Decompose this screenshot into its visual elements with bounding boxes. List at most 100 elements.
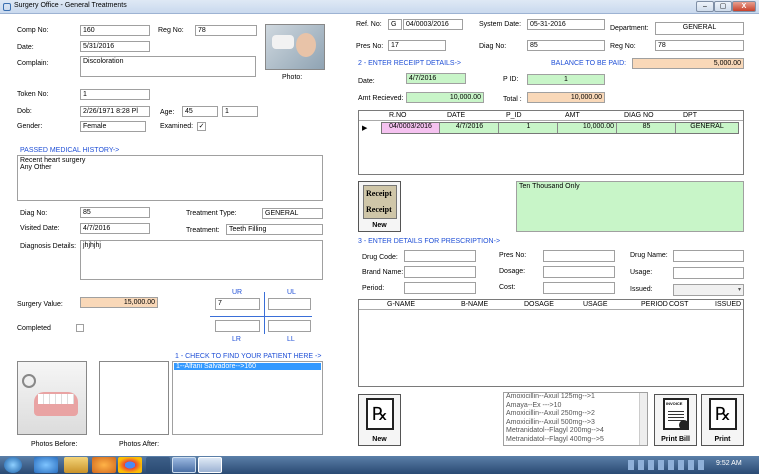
new-receipt-label: New xyxy=(372,222,387,229)
quadrant-ll-label: LL xyxy=(287,336,295,343)
photos-after-label: Photos After: xyxy=(119,441,160,448)
pres-no-field[interactable]: 17 xyxy=(388,40,446,51)
patient-list[interactable]: 1--Alfani Salvadore-->160 xyxy=(172,361,323,435)
right-reg-no-field[interactable]: 78 xyxy=(655,40,744,51)
amount-in-words-field[interactable]: Ten Thousand Only xyxy=(516,181,744,232)
receipt-grid[interactable]: R.NO DATE P_ID AMT DIAG NO DPT ▶ 04/0003… xyxy=(358,110,744,175)
ie-icon[interactable] xyxy=(34,457,58,473)
completed-checkbox[interactable] xyxy=(76,324,84,332)
complain-field[interactable]: Discoloration xyxy=(80,56,256,77)
close-button[interactable]: X xyxy=(732,1,756,12)
quadrant-lr-field[interactable] xyxy=(215,320,260,332)
receipt-cell-diagno[interactable]: 85 xyxy=(618,123,676,133)
usage-field[interactable] xyxy=(673,267,744,279)
patient-photo[interactable] xyxy=(265,24,325,70)
ref-prefix-field[interactable]: G xyxy=(388,19,402,30)
receipt-cell-pid[interactable]: 1 xyxy=(500,123,558,133)
print-button[interactable]: ℞ Print xyxy=(701,394,744,446)
dob-field[interactable]: 2/26/1971 8:28 Pl xyxy=(80,106,150,117)
infinity-icon[interactable] xyxy=(146,457,170,473)
balance-field[interactable]: 5,000.00 xyxy=(632,58,744,69)
drug-list-scrollbar[interactable] xyxy=(639,393,647,445)
quadrant-ur-field[interactable]: 7 xyxy=(215,298,260,310)
age-months-field[interactable]: 1 xyxy=(222,106,258,117)
brand-name-field[interactable] xyxy=(404,266,476,278)
drug-list-item[interactable]: Amoxicillin--Axuil 125mg-->1 xyxy=(504,393,647,402)
usage-label: Usage: xyxy=(630,269,653,276)
drug-list-item[interactable]: Amoxicillin--Axuil 250mg-->2 xyxy=(504,410,647,419)
history-line-2: Any Other xyxy=(20,164,52,171)
invoice-icon-text: INVOICE xyxy=(666,401,683,406)
quadrant-ul-label: UL xyxy=(287,289,296,296)
media-player-icon[interactable] xyxy=(92,457,116,473)
brand-name-label: Brand Name: xyxy=(362,269,404,276)
quadrant-ll-field[interactable] xyxy=(268,320,311,332)
examined-checkbox[interactable]: ✓ xyxy=(197,122,206,131)
drug-name-field[interactable] xyxy=(673,250,744,262)
department-field[interactable]: GENERAL xyxy=(655,22,744,35)
drug-list-item[interactable]: Amoxicillin--Axuil 500mg-->3 xyxy=(504,419,647,428)
patient-list-item[interactable]: 1--Alfani Salvadore-->160 xyxy=(174,363,321,370)
amount-received-field[interactable]: 10,000.00 xyxy=(406,92,484,103)
receipt-cell-amt[interactable]: 10,000.00 xyxy=(559,123,617,133)
minimize-button[interactable]: – xyxy=(696,1,714,12)
drug-list[interactable]: Amoxicillin--Axuil 125mg-->1 Amaya--Ex -… xyxy=(503,392,648,446)
photo-before[interactable] xyxy=(17,361,87,435)
receipt-date-field[interactable]: 4/7/2016 xyxy=(406,73,466,84)
treatment-field[interactable]: Teeth Filling xyxy=(226,224,323,235)
presc-col-dosage: DOSAGE xyxy=(524,301,554,308)
quadrant-vertical-line xyxy=(264,292,265,334)
start-button[interactable] xyxy=(4,457,22,473)
diag-no-label: Diag No: xyxy=(20,210,48,217)
issued-dropdown[interactable]: ▾ xyxy=(673,284,744,296)
gender-field[interactable]: Female xyxy=(80,121,146,132)
cost-field[interactable] xyxy=(543,282,615,294)
total-field[interactable]: 10,000.00 xyxy=(527,92,605,103)
dosage-field[interactable] xyxy=(543,266,615,278)
token-field[interactable]: 1 xyxy=(80,89,150,100)
explorer-icon[interactable] xyxy=(64,457,88,473)
receipt-cell-rno[interactable]: 04/0003/2016 xyxy=(382,123,440,133)
word-icon[interactable] xyxy=(172,457,196,473)
diagnosis-details-field[interactable]: jhjhjhj xyxy=(80,240,323,280)
presc-col-cost: COST xyxy=(669,301,689,308)
prescription-title: 3 - ENTER DETAILS FOR PRESCRIPTION-> xyxy=(358,238,501,245)
new-prescription-button[interactable]: ℞ New xyxy=(358,394,401,446)
ref-no-field[interactable]: 04/0003/2016 xyxy=(403,19,463,30)
surgery-app-icon[interactable] xyxy=(198,457,222,473)
row-selector-icon: ▶ xyxy=(362,125,368,132)
surgery-value-field[interactable]: 15,000.00 xyxy=(80,297,158,308)
pid-field[interactable]: 1 xyxy=(527,74,605,85)
receipt-cell-date[interactable]: 4/7/2016 xyxy=(441,123,499,133)
new-receipt-button[interactable]: Receipt Receipt New xyxy=(358,181,401,232)
receipt-icon-text-mid: Receipt xyxy=(366,205,392,214)
age-label: Age: xyxy=(160,109,175,116)
prescription-no-field[interactable] xyxy=(543,250,615,262)
drug-list-item[interactable]: Metranidatol--Flagyl 200mg-->4 xyxy=(504,427,647,436)
drug-code-field[interactable] xyxy=(404,250,476,262)
treatment-type-label: Treatment Type: xyxy=(186,210,237,217)
age-field[interactable]: 45 xyxy=(182,106,218,117)
reg-no-field[interactable]: 78 xyxy=(195,25,257,36)
prescription-grid[interactable]: G-NAME B-NAME DOSAGE USAGE PERIOD COST I… xyxy=(358,299,744,387)
dob-label: Dob: xyxy=(17,108,32,115)
chrome-icon[interactable] xyxy=(118,457,142,473)
drug-list-item[interactable]: Metranidatol--Flagyl 400mg-->5 xyxy=(504,436,647,445)
visited-date-field[interactable]: 4/7/2016 xyxy=(80,223,150,234)
comp-no-field[interactable]: 160 xyxy=(80,25,150,36)
drug-list-item[interactable]: Amaya--Ex --->10 xyxy=(504,402,647,411)
maximize-button[interactable]: ▢ xyxy=(714,1,732,12)
gender-label: Gender: xyxy=(17,123,43,130)
right-diag-no-field[interactable]: 85 xyxy=(527,40,605,51)
history-textarea[interactable]: Recent heart surgery Any Other xyxy=(17,155,323,201)
receipt-cell-dpt[interactable]: GENERAL xyxy=(677,123,737,133)
window-title: Surgery Office - General Treatments xyxy=(14,2,127,9)
photo-after[interactable] xyxy=(99,361,169,435)
quadrant-ul-field[interactable] xyxy=(268,298,311,310)
diag-no-field[interactable]: 85 xyxy=(80,207,150,218)
period-field[interactable] xyxy=(404,282,476,294)
date-field[interactable]: 5/31/2016 xyxy=(80,41,150,52)
print-bill-button[interactable]: INVOICE Print Bill xyxy=(654,394,697,446)
treatment-type-field[interactable]: GENERAL xyxy=(262,208,323,219)
system-date-field[interactable]: 05-31-2016 xyxy=(527,19,605,30)
